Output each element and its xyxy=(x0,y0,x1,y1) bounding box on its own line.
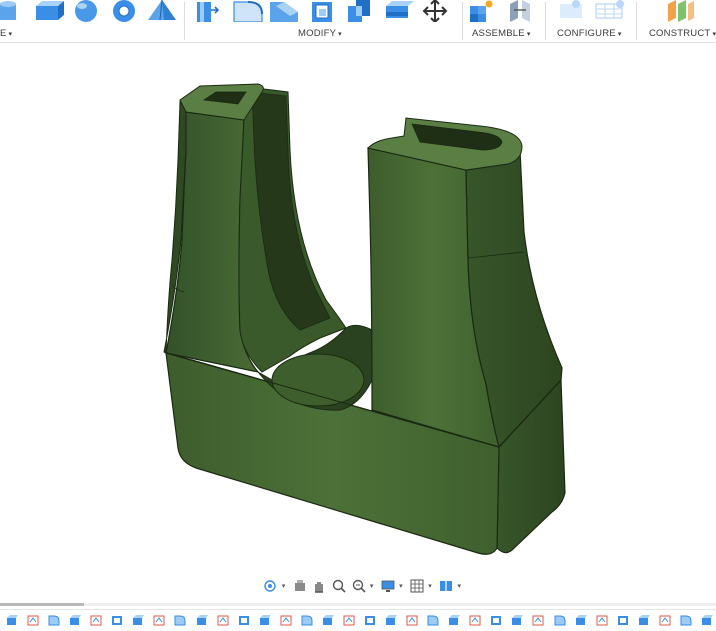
timeline-extrude-icon[interactable] xyxy=(69,613,82,625)
timeline-extrude-icon[interactable] xyxy=(196,613,208,625)
configure-menu[interactable]: CONFIGURE ▾ xyxy=(557,28,622,39)
modify-menu-label: MODIFY xyxy=(298,28,337,39)
press-pull-icon[interactable] xyxy=(197,2,220,22)
timeline-sketch-icon[interactable] xyxy=(90,613,102,626)
timeline-sketch-icon[interactable] xyxy=(406,613,418,626)
pyramid-icon[interactable] xyxy=(148,0,176,21)
create-menu-label: E xyxy=(0,28,7,39)
toolbar-divider xyxy=(462,2,463,40)
timeline-fillet-icon[interactable] xyxy=(680,613,692,626)
chevron-down-icon: ▾ xyxy=(526,31,531,38)
canvas-viewport[interactable] xyxy=(0,43,716,600)
timeline-extrude-icon[interactable] xyxy=(511,613,524,625)
toolbar-divider xyxy=(184,2,185,40)
timeline-fillet-icon[interactable] xyxy=(174,613,186,626)
timeline-extrude-icon[interactable] xyxy=(132,613,145,625)
3d-model-holder[interactable] xyxy=(0,43,716,600)
chevron-down-icon: ▾ xyxy=(338,31,342,38)
timeline-sketch-icon[interactable] xyxy=(153,613,165,626)
timeline-shell-icon[interactable] xyxy=(617,613,629,625)
chevron-down-icon: ▾ xyxy=(712,31,716,38)
chevron-down-icon: ▾ xyxy=(617,31,622,38)
viewports-icon[interactable] xyxy=(438,577,455,595)
timeline-extrude-icon[interactable] xyxy=(701,613,713,625)
combine-icon[interactable] xyxy=(348,0,370,22)
sphere-icon[interactable] xyxy=(75,0,97,22)
create-tools-group xyxy=(0,0,176,22)
u-cutout-floor xyxy=(271,353,365,407)
torus-icon[interactable] xyxy=(113,0,135,22)
shell-icon[interactable] xyxy=(312,2,332,22)
modify-menu[interactable]: MODIFY ▾ xyxy=(298,28,342,39)
configuration-table-icon[interactable] xyxy=(595,0,624,19)
timeline-sketch-icon[interactable] xyxy=(343,613,355,626)
configure-icon[interactable] xyxy=(560,0,582,18)
chevron-down-icon: ▾ xyxy=(8,31,13,38)
new-component-icon[interactable] xyxy=(470,0,493,23)
construct-tools-group xyxy=(668,0,694,22)
chamfer-icon[interactable] xyxy=(270,2,298,22)
chevron-down-icon[interactable]: ▾ xyxy=(282,582,288,590)
look-at-icon[interactable] xyxy=(291,577,308,595)
timeline-sketch-icon[interactable] xyxy=(280,613,292,626)
timeline-fillet-icon[interactable] xyxy=(427,613,439,626)
offset-face-icon[interactable] xyxy=(386,1,414,18)
timeline-extrude-icon[interactable] xyxy=(6,613,18,625)
timeline-shell-icon[interactable] xyxy=(364,613,376,625)
box-icon[interactable] xyxy=(36,1,64,20)
timeline-scrollbar[interactable] xyxy=(0,603,716,606)
timeline-fillet-icon[interactable] xyxy=(301,613,313,626)
timeline-sketch-icon[interactable] xyxy=(469,613,481,626)
navigation-bar: ▾ ▾ ▾ ▾ ▾ xyxy=(258,575,468,597)
configure-menu-label: CONFIGURE xyxy=(557,28,616,39)
timeline-sketch-icon[interactable] xyxy=(596,613,608,626)
timeline-sketch-icon[interactable] xyxy=(532,613,544,626)
timeline-shell-icon[interactable] xyxy=(111,613,123,625)
timeline-shell-icon[interactable] xyxy=(238,613,250,625)
timeline-scroll-thumb[interactable] xyxy=(0,603,84,606)
timeline-extrude-icon[interactable] xyxy=(385,613,398,625)
move-copy-icon[interactable] xyxy=(422,0,448,22)
display-settings-icon[interactable] xyxy=(379,577,396,595)
assemble-tools-group xyxy=(470,0,530,23)
toolbar-divider xyxy=(545,2,546,40)
chevron-down-icon[interactable]: ▾ xyxy=(428,582,434,590)
cylinder-icon[interactable] xyxy=(0,1,16,20)
assemble-menu[interactable]: ASSEMBLE ▾ xyxy=(472,28,531,39)
top-toolbar: E ▾ MODIFY ▾ ASSEMBLE ▾ CONFIGURE ▾ CONS… xyxy=(0,0,716,43)
offset-plane-icon[interactable] xyxy=(668,0,694,22)
timeline-extrude-icon[interactable] xyxy=(322,613,334,625)
orbit-icon[interactable] xyxy=(262,577,279,595)
assemble-menu-label: ASSEMBLE xyxy=(472,28,525,39)
toolbar-divider xyxy=(636,2,637,40)
construct-menu-label: CONSTRUCT xyxy=(649,28,711,39)
timeline-extrude-icon[interactable] xyxy=(638,613,650,625)
fillet-icon[interactable] xyxy=(233,1,263,22)
timeline-fillet-icon[interactable] xyxy=(554,613,566,626)
joint-icon[interactable] xyxy=(510,0,530,22)
timeline-extrude-icon[interactable] xyxy=(259,613,271,625)
configure-tools-group xyxy=(560,0,624,19)
timeline-shell-icon[interactable] xyxy=(490,613,502,625)
timeline-sketch-icon[interactable] xyxy=(27,613,39,626)
create-menu[interactable]: E ▾ xyxy=(0,28,12,39)
construct-menu[interactable]: CONSTRUCT ▾ xyxy=(649,28,716,39)
chevron-down-icon[interactable]: ▾ xyxy=(370,582,376,590)
timeline-fillet-icon[interactable] xyxy=(48,613,60,626)
chevron-down-icon[interactable]: ▾ xyxy=(399,582,405,590)
timeline-extrude-icon[interactable] xyxy=(575,613,587,625)
timeline-extrude-icon[interactable] xyxy=(448,613,461,625)
timeline-sketch-icon[interactable] xyxy=(659,613,671,626)
pan-icon[interactable] xyxy=(311,577,328,595)
fit-icon[interactable] xyxy=(350,577,367,595)
feature-timeline xyxy=(0,609,716,626)
grid-settings-icon[interactable] xyxy=(409,577,426,595)
timeline-sketch-icon[interactable] xyxy=(217,613,229,626)
modify-tools-group xyxy=(197,0,448,22)
chevron-down-icon[interactable]: ▾ xyxy=(457,582,463,590)
zoom-icon[interactable] xyxy=(331,577,348,595)
